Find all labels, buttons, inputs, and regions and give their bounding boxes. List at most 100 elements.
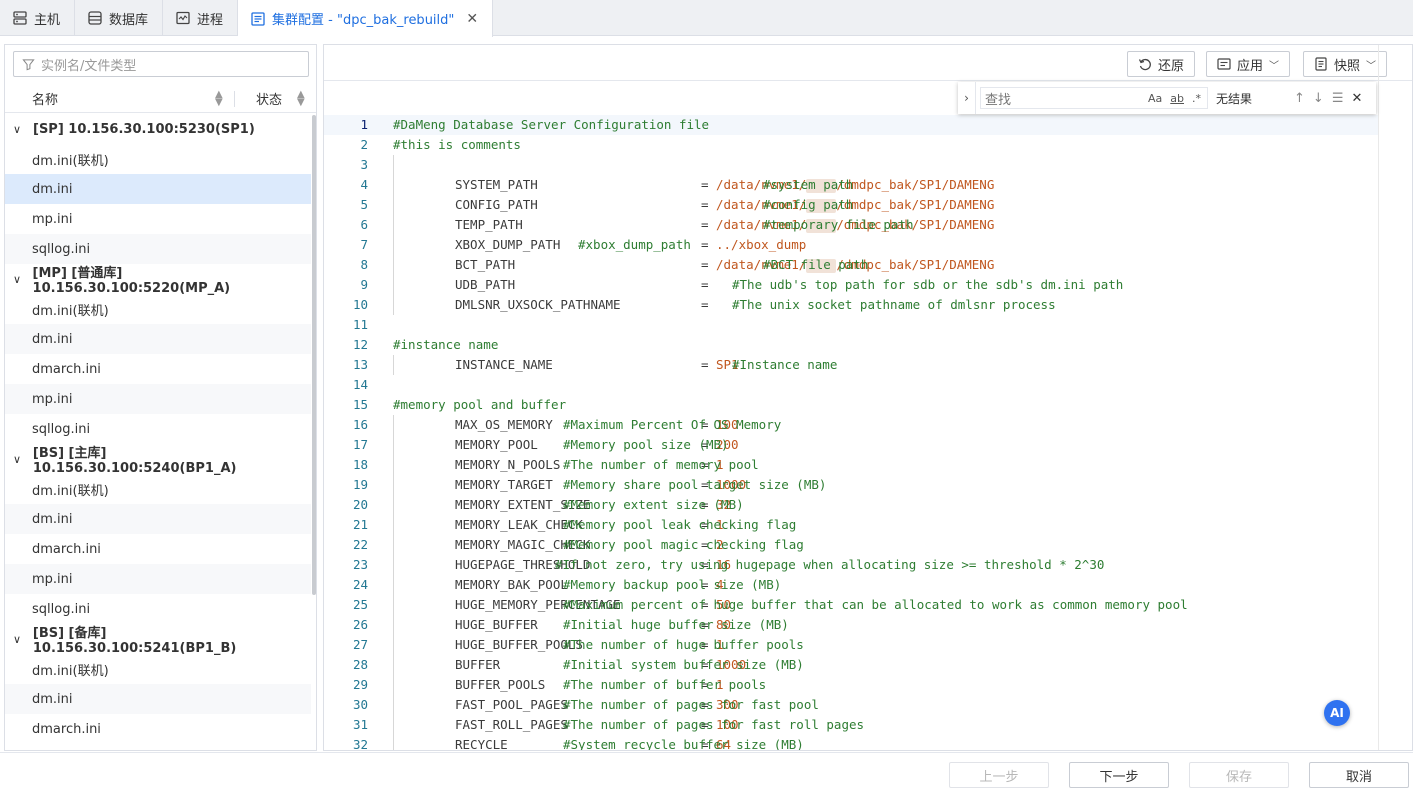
equals-sign: = xyxy=(701,237,709,252)
line-number: 23 xyxy=(352,557,368,572)
tree-group-node[interactable]: ∨ [BS] [备库] 10.156.30.100:5241(BP1_B) xyxy=(5,624,311,656)
tree-file-item[interactable]: dm.ini xyxy=(5,174,311,204)
tree-group-node[interactable]: ∨ [MP] [普通库] 10.156.30.100:5220(MP_A) xyxy=(5,264,311,296)
close-icon[interactable]: ✕ xyxy=(466,11,478,27)
tree-file-item[interactable]: sqllog.ini xyxy=(5,234,311,264)
indent-guide xyxy=(393,675,394,695)
config-comment: #Memory extent size (MB) xyxy=(563,497,744,512)
apply-button[interactable]: 应用 ﹀ xyxy=(1206,51,1291,77)
find-placeholder: 查找 xyxy=(985,92,1012,108)
indent-guide xyxy=(393,235,394,255)
find-in-selection-icon[interactable]: ☰ xyxy=(1332,91,1344,106)
previous-match-icon[interactable]: ↑ xyxy=(1294,91,1305,106)
tree-group-node[interactable]: ∨ [SP] 10.156.30.100:5230(SP1) xyxy=(5,114,311,144)
code-line: 10 DMLSNR_UXSOCK_PATHNAME = #The unix socke… xyxy=(324,295,1378,315)
equals-sign: = xyxy=(701,357,709,372)
tree-file-item[interactable]: dm.ini(联机) xyxy=(5,474,311,504)
ai-assistant-button[interactable]: AI xyxy=(1324,700,1350,726)
restore-button[interactable]: 还原 xyxy=(1127,51,1196,77)
next-match-icon[interactable]: ↓ xyxy=(1313,91,1324,106)
chevron-down-icon[interactable]: ∨ xyxy=(13,453,23,466)
match-case-icon[interactable]: Aa xyxy=(1148,92,1162,105)
chevron-down-icon[interactable]: ∨ xyxy=(13,633,23,646)
config-key: MEMORY_BAK_POOL xyxy=(455,577,568,592)
save-button[interactable]: 保存 xyxy=(1189,762,1289,788)
search-input[interactable]: 实例名/文件类型 xyxy=(13,51,309,77)
config-key: MEMORY_N_POOLS xyxy=(455,457,561,472)
line-number: 10 xyxy=(352,297,368,312)
indent-guide xyxy=(393,295,394,315)
sidebar-scrollbar[interactable] xyxy=(312,115,316,595)
tree-file-item[interactable]: dm.ini(联机) xyxy=(5,294,311,324)
tree-file-item[interactable]: dm.ini(联机) xyxy=(5,144,311,174)
tree-file-item[interactable]: dmarch.ini xyxy=(5,354,311,384)
match-whole-word-icon[interactable]: ab xyxy=(1170,92,1184,105)
regex-icon[interactable]: .* xyxy=(1192,92,1201,105)
line-number: 30 xyxy=(352,697,368,712)
code-line: 23 HUGEPAGE_THRESHOLD = 16 #If not zero, try… xyxy=(324,555,1378,575)
tree-file-item[interactable]: dmarch.ini xyxy=(5,714,311,744)
code-line: 17 MEMORY_POOL = 200 #Memory pool size (MB) xyxy=(324,435,1378,455)
tree-file-item[interactable]: sqllog.ini xyxy=(5,594,311,624)
equals-sign: = xyxy=(701,177,709,192)
find-input[interactable]: 查找 Aa ab .* xyxy=(980,87,1208,109)
sort-icon[interactable]: ▲ ▼ xyxy=(215,89,223,107)
tree-file-item[interactable]: mp.ini xyxy=(5,564,311,594)
indent-guide xyxy=(393,655,394,675)
indent-guide xyxy=(393,175,394,195)
code-line: 15 #memory pool and buffer xyxy=(324,395,1378,415)
tab-database[interactable]: 数据库 xyxy=(75,0,164,36)
line-number: 2 xyxy=(360,137,368,152)
column-divider[interactable] xyxy=(234,91,235,107)
config-key: MEMORY_TARGET xyxy=(455,477,553,492)
tree-group-label: [BS] [备库] 10.156.30.100:5241(BP1_B) xyxy=(32,626,237,656)
editor-scrollbar[interactable] xyxy=(1378,45,1412,750)
config-key: UDB_PATH xyxy=(455,277,516,292)
indent-guide xyxy=(393,435,394,455)
tree-file-item[interactable]: dm.ini xyxy=(5,504,311,534)
indent-guide xyxy=(393,475,394,495)
toggle-replace-icon[interactable]: › xyxy=(958,82,976,114)
config-comment: #Maximum percent of huge buffer that can… xyxy=(563,597,1188,612)
tab-cluster-config[interactable]: 集群配置 - "dpc_bak_rebuild" ✕ xyxy=(238,0,494,37)
tab-host[interactable]: 主机 xyxy=(0,0,76,36)
code-line: 2 #this is comments xyxy=(324,135,1378,155)
close-find-icon[interactable]: ✕ xyxy=(1351,91,1362,106)
tree-file-item[interactable]: dm.ini(联机) xyxy=(5,654,311,684)
line-number: 1 xyxy=(360,117,368,132)
column-status-header[interactable]: 状态 xyxy=(256,89,282,108)
tab-bar: 主机 数据库 进程 集群配置 - "dpc_bak_rebuild" ✕ xyxy=(0,0,1413,37)
tab-process[interactable]: 进程 xyxy=(163,0,239,36)
chevron-down-icon[interactable]: ∨ xyxy=(13,123,23,136)
tree-file-item[interactable]: dm.ini xyxy=(5,324,311,354)
tab-database-label: 数据库 xyxy=(109,12,149,28)
code-editor[interactable]: 1 #DaMeng Database Server Configuration f… xyxy=(324,115,1378,751)
next-step-button[interactable]: 下一步 xyxy=(1069,762,1169,788)
tree-file-item[interactable]: mp.ini xyxy=(5,204,311,234)
config-comment: #If not zero, try using hugepage when al… xyxy=(555,557,1105,572)
tree-file-item[interactable]: mp.ini xyxy=(5,384,311,414)
cancel-button[interactable]: 取消 xyxy=(1309,762,1409,788)
line-number: 17 xyxy=(352,437,368,452)
code-line: 7 XBOX_DUMP_PATH = ../xbox_dump #xbox_dump_p… xyxy=(324,235,1378,255)
tree-file-item[interactable]: sqllog.ini xyxy=(5,414,311,444)
line-number: 32 xyxy=(352,737,368,751)
config-key: HUGE_BUFFER xyxy=(455,617,538,632)
column-name-header[interactable]: 名称 xyxy=(32,89,58,108)
config-value-text: ../xbox_dump xyxy=(716,237,807,252)
tree-group-node[interactable]: ∨ [BS] [主库] 10.156.30.100:5240(BP1_A) xyxy=(5,444,311,476)
code-line: 29 BUFFER_POOLS = 1 #The number of buffer po… xyxy=(324,675,1378,695)
equals-sign: = xyxy=(701,197,709,212)
tree-file-item[interactable]: dmarch.ini xyxy=(5,534,311,564)
code-line: 28 BUFFER = 1000 #Initial system buffer size… xyxy=(324,655,1378,675)
config-comment: #Memory share pool target size (MB) xyxy=(563,477,827,492)
line-number: 28 xyxy=(352,657,368,672)
tree-group-label: [SP] 10.156.30.100:5230(SP1) xyxy=(33,121,255,137)
chevron-down-icon: ﹀ xyxy=(1269,60,1280,72)
tree-file-item[interactable]: dm.ini xyxy=(5,684,311,714)
snapshot-button[interactable]: 快照 ﹀ xyxy=(1303,51,1388,77)
chevron-down-icon[interactable]: ∨ xyxy=(13,273,23,286)
sort-icon[interactable]: ▲ ▼ xyxy=(297,89,305,107)
prev-step-button[interactable]: 上一步 xyxy=(949,762,1049,788)
indent-guide xyxy=(393,715,394,735)
